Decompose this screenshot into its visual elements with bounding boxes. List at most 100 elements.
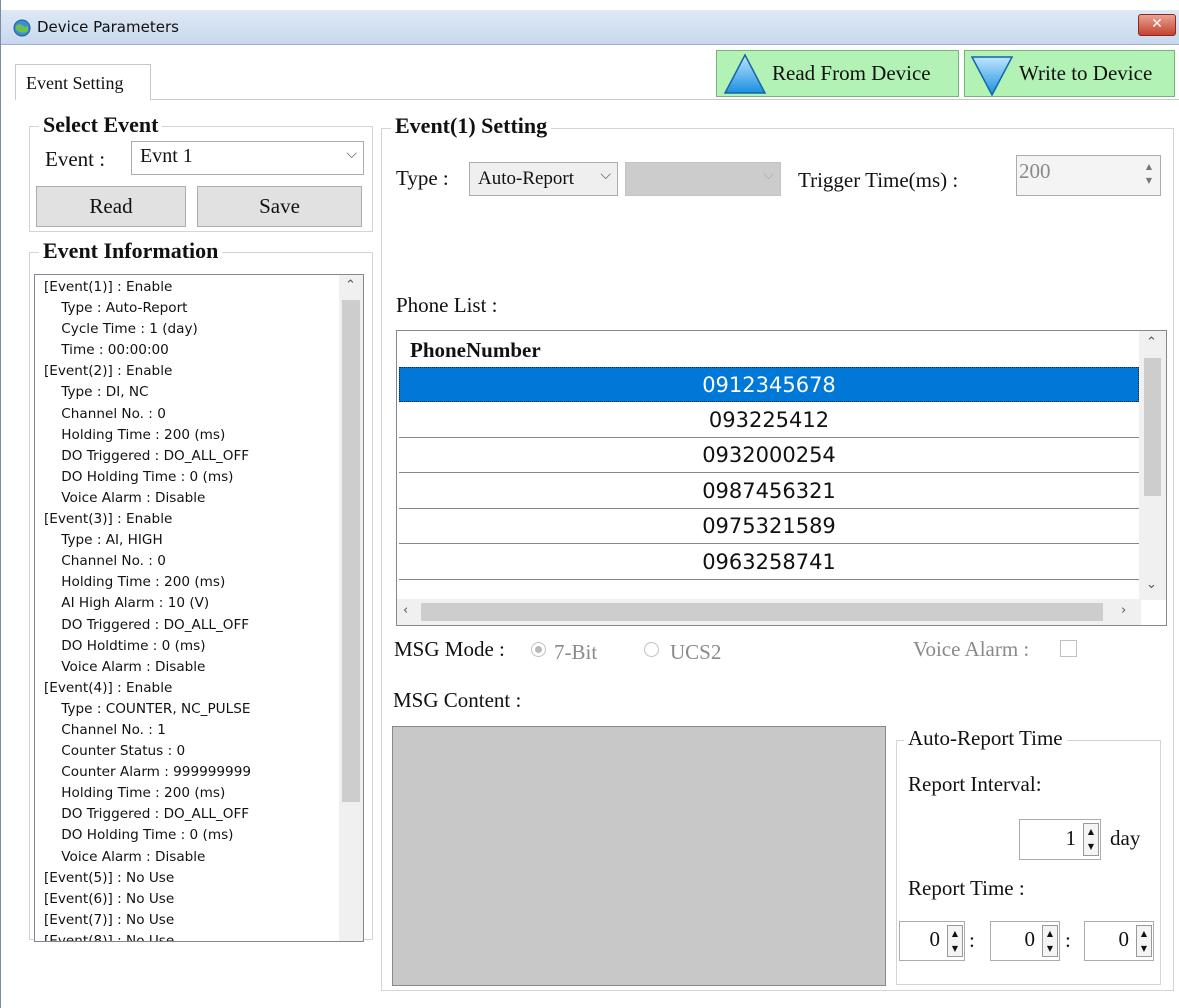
event-label: Event : xyxy=(45,147,106,171)
phone-row[interactable]: 0932000254 xyxy=(399,438,1139,474)
trigger-time-label: Trigger Time(ms) : xyxy=(798,168,959,192)
event-info-line: Voice Alarm : Disable xyxy=(44,489,206,506)
voice-alarm-checkbox[interactable] xyxy=(1060,640,1077,657)
event-information-lines: [Event(1)] : Enable Type : Auto-Report C… xyxy=(35,275,363,942)
report-minute-input[interactable]: 0 ▲ ▼ xyxy=(990,921,1060,961)
subtype-select[interactable]: ⌵ xyxy=(625,162,781,196)
stepper-up-icon[interactable]: ▲ xyxy=(948,926,962,941)
report-second-input[interactable]: 0 ▲ ▼ xyxy=(1084,921,1154,961)
phone-list-label: Phone List : xyxy=(396,293,498,317)
read-from-device-label: Read From Device xyxy=(772,61,931,85)
report-minute-value: 0 xyxy=(1024,927,1036,951)
phone-scroll-thumb[interactable] xyxy=(1144,358,1161,496)
event-setting-title: Event(1) Setting xyxy=(391,113,552,139)
phone-row[interactable]: 093225412 xyxy=(399,403,1139,438)
stepper-down-icon[interactable]: ▼ xyxy=(948,941,962,956)
scroll-up-icon[interactable]: ⌃ xyxy=(1146,335,1157,350)
event-info-line: Holding Time : 200 (ms) xyxy=(44,574,226,591)
phone-row[interactable]: 0963258741 xyxy=(399,545,1139,580)
stepper-up-icon[interactable]: ▲ xyxy=(1137,926,1151,941)
msg-content-label: MSG Content : xyxy=(393,688,522,712)
trigger-time-stepper[interactable]: ▲ ▼ xyxy=(1142,160,1156,188)
stepper-down-icon[interactable]: ▼ xyxy=(1084,839,1098,854)
phone-number-column-header[interactable]: PhoneNumber xyxy=(410,338,541,363)
event-info-line: AI High Alarm : 10 (V) xyxy=(44,595,210,612)
scroll-left-icon[interactable]: ‹ xyxy=(403,603,408,618)
read-button[interactable]: Read xyxy=(36,186,186,227)
chevron-down-icon: ⌵ xyxy=(763,167,774,183)
stepper-up-icon[interactable]: ▲ xyxy=(1043,926,1057,941)
type-label: Type : xyxy=(396,166,449,190)
scroll-right-icon[interactable]: › xyxy=(1121,603,1126,618)
msg-mode-ucs2-radio[interactable] xyxy=(644,642,659,657)
trigger-time-value: 200 xyxy=(1019,159,1051,183)
write-to-device-label: Write to Device xyxy=(1019,61,1153,85)
phone-row[interactable]: 0987456321 xyxy=(399,474,1139,509)
report-interval-input[interactable]: 1 ▲ ▼ xyxy=(1019,819,1101,860)
report-second-stepper[interactable]: ▲ ▼ xyxy=(1136,925,1152,957)
event-info-line: [Event(4)] : Enable xyxy=(44,679,173,696)
phone-row[interactable]: 0912345678 xyxy=(399,367,1139,402)
event-info-line: [Event(1)] : Enable xyxy=(44,279,173,295)
stepper-up-icon[interactable]: ▲ xyxy=(1142,160,1156,174)
event-info-line: Type : Auto-Report xyxy=(44,300,188,317)
info-scrollbar[interactable]: ⌃ xyxy=(339,275,363,941)
triangle-down-icon xyxy=(970,56,1014,97)
stepper-down-icon[interactable]: ▼ xyxy=(1142,174,1156,188)
chevron-down-icon: ⌵ xyxy=(600,167,611,183)
event-info-line: [Event(6)] : No Use xyxy=(44,890,175,907)
event-info-line: [Event(7)] : No Use xyxy=(44,911,175,928)
event-info-line: [Event(8)] : No Use xyxy=(44,932,175,942)
stepper-down-icon[interactable]: ▼ xyxy=(1137,941,1151,956)
auto-report-time-title: Auto-Report Time xyxy=(904,726,1067,751)
report-interval-value: 1 xyxy=(1065,826,1077,850)
event-select-value: Evnt 1 xyxy=(140,145,193,167)
phone-row[interactable]: 0975321589 xyxy=(399,509,1139,545)
event-info-line: Channel No. : 0 xyxy=(44,553,166,570)
info-scroll-thumb[interactable] xyxy=(342,300,360,802)
close-button[interactable]: ✕ xyxy=(1138,14,1176,36)
read-from-device-button[interactable]: Read From Device xyxy=(716,50,959,97)
report-time-label: Report Time : xyxy=(908,876,1025,900)
event-info-line: Type : AI, HIGH xyxy=(44,532,163,549)
type-select[interactable]: Auto-Report ⌵ xyxy=(469,162,618,196)
msg-mode-7bit-label: 7-Bit xyxy=(554,640,598,664)
msg-mode-label: MSG Mode : xyxy=(394,637,505,661)
write-to-device-button[interactable]: Write to Device xyxy=(964,50,1175,97)
event-info-line: Voice Alarm : Disable xyxy=(44,658,206,675)
event-info-line: Channel No. : 1 xyxy=(44,721,166,738)
report-hour-stepper[interactable]: ▲ ▼ xyxy=(947,925,963,957)
phone-list-grid[interactable]: PhoneNumber 0912345678 093225412 093200025… xyxy=(396,330,1167,626)
phone-horizontal-scrollbar[interactable]: ‹ › xyxy=(397,599,1141,625)
event-information-list[interactable]: [Event(1)] : Enable Type : Auto-Report C… xyxy=(34,274,364,942)
phone-vertical-scrollbar[interactable]: ⌃ ⌄ xyxy=(1139,331,1166,600)
phone-hscroll-thumb[interactable] xyxy=(421,603,1103,621)
trigger-time-input[interactable]: 200 ▲ ▼ xyxy=(1016,155,1161,196)
scroll-up-icon[interactable]: ⌃ xyxy=(345,278,356,293)
event-info-line: Holding Time : 200 (ms) xyxy=(44,426,226,443)
tab-divider xyxy=(151,99,1179,100)
save-button[interactable]: Save xyxy=(197,186,362,227)
report-minute-stepper[interactable]: ▲ ▼ xyxy=(1042,925,1058,957)
msg-mode-7bit-radio[interactable] xyxy=(531,642,546,657)
stepper-up-icon[interactable]: ▲ xyxy=(1084,824,1098,839)
report-interval-stepper[interactable]: ▲ ▼ xyxy=(1083,823,1099,856)
event-select[interactable]: Evnt 1 ⌵ xyxy=(131,141,364,175)
select-event-title: Select Event xyxy=(39,112,163,138)
event-info-line: [Event(3)] : Enable xyxy=(44,511,173,528)
app-globe-icon xyxy=(13,19,31,37)
tab-event-setting[interactable]: Event Setting xyxy=(15,64,151,100)
event-info-line: Counter Status : 0 xyxy=(44,743,186,760)
stepper-down-icon[interactable]: ▼ xyxy=(1043,941,1057,956)
event-info-line: Cycle Time : 1 (day) xyxy=(44,321,198,338)
event-info-line: DO Holding Time : 0 (ms) xyxy=(44,827,234,844)
event-info-line: Counter Alarm : 999999999 xyxy=(44,764,251,781)
event-info-line: Channel No. : 0 xyxy=(44,405,166,422)
scroll-down-icon[interactable]: ⌄ xyxy=(1146,577,1157,592)
msg-content-textarea[interactable] xyxy=(392,726,886,986)
report-hour-input[interactable]: 0 ▲ ▼ xyxy=(899,921,965,961)
event-info-line: Time : 00:00:00 xyxy=(44,342,169,359)
title-bar[interactable]: Device Parameters ✕ xyxy=(1,10,1179,45)
report-interval-unit: day xyxy=(1110,826,1141,850)
event-info-line: DO Triggered : DO_ALL_OFF xyxy=(44,616,250,633)
